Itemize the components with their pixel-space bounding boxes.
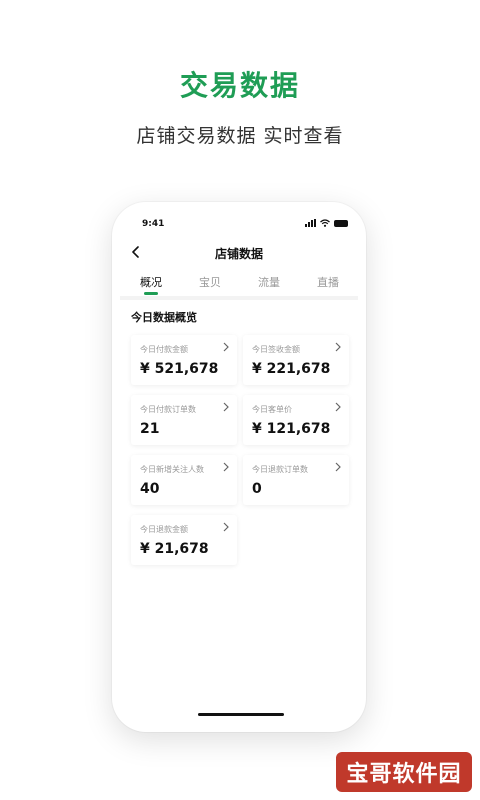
hero-subtitle: 店铺交易数据 实时查看 bbox=[136, 125, 344, 147]
tab-traffic[interactable]: 流量 bbox=[249, 274, 289, 290]
metric-card[interactable]: 今日付款订单数 21 bbox=[131, 395, 237, 445]
chevron-right-icon bbox=[223, 462, 229, 472]
hero-title: 交易数据 bbox=[179, 69, 300, 102]
metric-label: 今日签收金额 bbox=[252, 345, 300, 354]
metric-value: 0 bbox=[252, 481, 262, 497]
metric-value: 40 bbox=[140, 481, 160, 497]
status-bar: 9:41 bbox=[112, 202, 366, 242]
section-title: 今日数据概览 bbox=[131, 311, 197, 324]
status-icons bbox=[305, 219, 348, 227]
metric-label: 今日退款订单数 bbox=[252, 465, 308, 474]
watermark-logo: 宝哥软件园 bbox=[336, 752, 472, 792]
metric-label: 今日新增关注人数 bbox=[140, 465, 204, 474]
status-time: 9:41 bbox=[142, 219, 165, 229]
metric-label: 今日付款金额 bbox=[140, 345, 188, 354]
chevron-right-icon bbox=[335, 342, 341, 352]
metric-card[interactable]: 今日退款金额 ¥ 21,678 bbox=[131, 515, 237, 565]
metric-label: 今日客单价 bbox=[252, 405, 292, 414]
page-title: 店铺数据 bbox=[214, 247, 263, 261]
battery-icon bbox=[334, 219, 348, 227]
metric-card[interactable]: 今日客单价 ¥ 121,678 bbox=[243, 395, 349, 445]
home-indicator bbox=[198, 713, 284, 716]
active-tab-indicator bbox=[144, 292, 158, 295]
wifi-icon bbox=[320, 219, 330, 227]
metric-value: ¥ 221,678 bbox=[252, 361, 331, 377]
nav-bar: 店铺数据 bbox=[112, 242, 366, 266]
metric-value: 21 bbox=[140, 421, 160, 437]
tab-items[interactable]: 宝贝 bbox=[190, 274, 230, 290]
metric-value: ¥ 121,678 bbox=[252, 421, 331, 437]
metric-label: 今日退款金额 bbox=[140, 525, 188, 534]
chevron-right-icon bbox=[335, 462, 341, 472]
metric-value: ¥ 21,678 bbox=[140, 541, 209, 557]
tab-bar: 概况 宝贝 流量 直播 bbox=[112, 272, 366, 298]
signal-icon bbox=[305, 219, 316, 227]
chevron-right-icon bbox=[335, 402, 341, 412]
chevron-right-icon bbox=[223, 522, 229, 532]
metric-label: 今日付款订单数 bbox=[140, 405, 196, 414]
chevron-right-icon bbox=[223, 342, 229, 352]
tab-overview[interactable]: 概况 bbox=[131, 274, 171, 290]
metric-card[interactable]: 今日付款金额 ¥ 521,678 bbox=[131, 335, 237, 385]
metric-value: ¥ 521,678 bbox=[140, 361, 219, 377]
metric-card[interactable]: 今日退款订单数 0 bbox=[243, 455, 349, 505]
metric-card[interactable]: 今日新增关注人数 40 bbox=[131, 455, 237, 505]
metric-card[interactable]: 今日签收金额 ¥ 221,678 bbox=[243, 335, 349, 385]
phone-mockup: 9:41 店铺数据 概况 宝贝 流量 直播 今日数据概览 今日付款金额 ¥ 52… bbox=[112, 202, 366, 732]
chevron-right-icon bbox=[223, 402, 229, 412]
tab-live[interactable]: 直播 bbox=[308, 274, 348, 290]
divider bbox=[120, 296, 358, 300]
